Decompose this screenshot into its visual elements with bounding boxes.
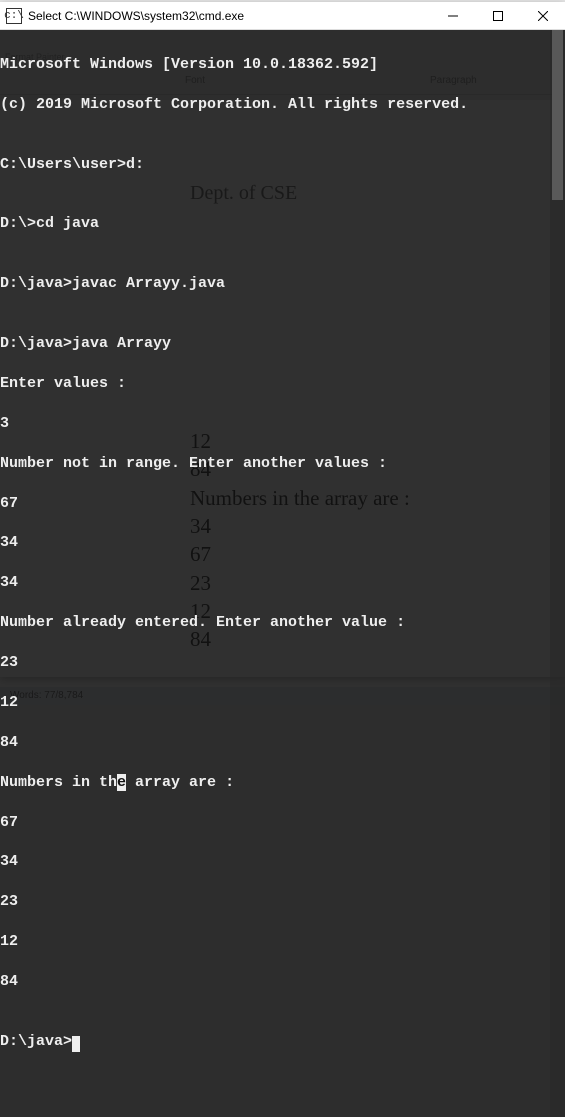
minimize-icon — [448, 11, 458, 21]
terminal-body[interactable]: Microsoft Windows [Version 10.0.18362.59… — [0, 30, 565, 1117]
prompt-text: D:\java> — [0, 1033, 72, 1050]
terminal-line: 12 — [0, 932, 565, 952]
terminal-line: Number already entered. Enter another va… — [0, 613, 565, 633]
terminal-cursor — [72, 1036, 80, 1052]
close-button[interactable] — [520, 2, 565, 30]
terminal-line: Number not in range. Enter another value… — [0, 454, 565, 474]
selection-highlight: e — [117, 774, 126, 791]
terminal-line: D:\java>java Arrayy — [0, 334, 565, 354]
terminal-line: Numbers in the array are : — [0, 773, 565, 793]
terminal-line: C:\Users\user>d: — [0, 155, 565, 175]
titlebar[interactable]: c:\ Select C:\WINDOWS\system32\cmd.exe — [0, 2, 565, 30]
cmd-icon: c:\ — [6, 8, 22, 24]
terminal-line: 84 — [0, 972, 565, 992]
terminal-line: 67 — [0, 813, 565, 833]
terminal-line: Microsoft Windows [Version 10.0.18362.59… — [0, 55, 565, 75]
minimize-button[interactable] — [430, 2, 475, 30]
terminal-line: 12 — [0, 693, 565, 713]
terminal-scrollbar[interactable] — [550, 30, 565, 1117]
terminal-line: 34 — [0, 573, 565, 593]
window-title: Select C:\WINDOWS\system32\cmd.exe — [28, 9, 430, 23]
terminal-line: D:\>cd java — [0, 214, 565, 234]
scrollbar-thumb[interactable] — [552, 30, 563, 200]
terminal-line: 84 — [0, 733, 565, 753]
maximize-icon — [493, 11, 503, 21]
terminal-line: D:\java>javac Arrayy.java — [0, 274, 565, 294]
terminal-line: 34 — [0, 852, 565, 872]
terminal-text: Numbers in th — [0, 774, 117, 791]
terminal-line: 67 — [0, 494, 565, 514]
terminal-line: (c) 2019 Microsoft Corporation. All righ… — [0, 95, 565, 115]
terminal-line: 23 — [0, 892, 565, 912]
terminal-line: 3 — [0, 414, 565, 434]
terminal-line: 34 — [0, 533, 565, 553]
terminal-line: 23 — [0, 653, 565, 673]
maximize-button[interactable] — [475, 2, 520, 30]
close-icon — [538, 11, 548, 21]
terminal-line: Enter values : — [0, 374, 565, 394]
terminal-prompt-line: D:\java> — [0, 1032, 565, 1052]
terminal-text: array are : — [126, 774, 234, 791]
cmd-window: c:\ Select C:\WINDOWS\system32\cmd.exe M… — [0, 2, 565, 677]
